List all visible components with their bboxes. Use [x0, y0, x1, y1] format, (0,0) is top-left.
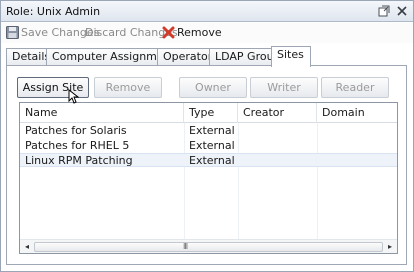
title-bar: Role: Unix Admin	[1, 1, 413, 22]
cell-type: External	[189, 124, 235, 137]
tab-sites[interactable]: Sites	[271, 46, 311, 67]
column-header-type[interactable]: Type	[184, 103, 238, 123]
floppy-disk-icon	[6, 26, 19, 39]
horizontal-scrollbar[interactable]: ◂ III ▸	[20, 239, 397, 253]
column-header-domain[interactable]: Domain	[317, 103, 397, 123]
close-window-icon[interactable]	[396, 5, 408, 17]
sites-table[interactable]: Name Type Creator Domain Patches for Sol…	[19, 102, 398, 254]
table-row[interactable]: Patches for Solaris External	[20, 124, 397, 138]
cell-type: External	[189, 154, 235, 167]
toolbar: Save Changes Discard Changes Remove	[1, 23, 413, 43]
table-row-selected[interactable]: Linux RPM Patching External	[20, 153, 397, 167]
owner-button[interactable]: Owner	[179, 77, 247, 98]
column-header-creator[interactable]: Creator	[238, 103, 317, 123]
mouse-cursor-icon	[68, 89, 79, 104]
cell-name: Patches for RHEL 5	[25, 139, 130, 152]
red-x-icon	[162, 26, 175, 39]
remove-button[interactable]: Remove	[177, 25, 222, 41]
writer-button[interactable]: Writer	[250, 77, 318, 98]
scroll-left-arrow-icon[interactable]: ◂	[20, 240, 34, 253]
cell-name: Patches for Solaris	[25, 124, 127, 137]
remove-site-button[interactable]: Remove Site	[94, 77, 162, 113]
scrollbar-grip: III	[183, 242, 188, 251]
restore-window-icon[interactable]	[378, 5, 390, 17]
scroll-right-arrow-icon[interactable]: ▸	[383, 240, 397, 253]
reader-button[interactable]: Reader	[321, 77, 389, 98]
table-header: Name Type Creator Domain	[20, 103, 397, 123]
cell-name: Linux RPM Patching	[25, 154, 133, 167]
cell-type: External	[189, 139, 235, 152]
column-header-name[interactable]: Name	[20, 103, 184, 123]
window-title: Role: Unix Admin	[6, 5, 101, 18]
role-window: Role: Unix Admin Save Changes Discard Ch…	[0, 0, 414, 272]
scrollbar-thumb[interactable]: III	[34, 242, 383, 252]
table-row[interactable]: Patches for RHEL 5 External	[20, 139, 397, 153]
